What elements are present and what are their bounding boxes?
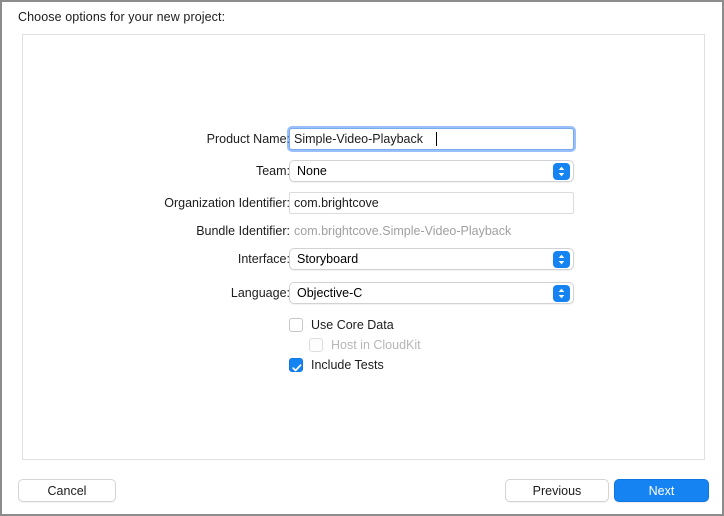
interface-popup-button[interactable]: Storyboard [289, 248, 574, 270]
checkbox-row-use-core-data[interactable]: Use Core Data [289, 316, 394, 334]
control-interface: Storyboard [289, 248, 574, 270]
control-organization-identifier [289, 192, 574, 214]
host-in-cloudkit-label: Host in CloudKit [331, 338, 421, 352]
row-language: Language: Objective-C [23, 282, 704, 304]
label-product-name: Product Name: [30, 128, 290, 150]
checkmark-icon [292, 360, 302, 378]
language-popup-button[interactable]: Objective-C [289, 282, 574, 304]
checkbox-row-include-tests[interactable]: Include Tests [289, 356, 384, 374]
host-in-cloudkit-checkbox [309, 338, 323, 352]
label-team: Team: [30, 160, 290, 182]
row-organization-identifier: Organization Identifier: [23, 192, 704, 214]
use-core-data-checkbox[interactable] [289, 318, 303, 332]
text-caret [436, 132, 437, 146]
include-tests-checkbox[interactable] [289, 358, 303, 372]
row-bundle-identifier: Bundle Identifier: com.brightcove.Simple… [23, 220, 704, 242]
control-bundle-identifier: com.brightcove.Simple-Video-Playback [289, 220, 511, 242]
team-popup-button[interactable]: None [289, 160, 574, 182]
control-team: None [289, 160, 574, 182]
bundle-identifier-value: com.brightcove.Simple-Video-Playback [289, 220, 511, 242]
label-organization-identifier: Organization Identifier: [30, 192, 290, 214]
chevron-up-down-icon[interactable] [553, 163, 570, 180]
page-title: Choose options for your new project: [18, 10, 225, 24]
new-project-options-dialog: Choose options for your new project: Pro… [0, 0, 724, 516]
chevron-up-down-icon[interactable] [553, 251, 570, 268]
include-tests-label: Include Tests [311, 358, 384, 372]
project-options-form: Product Name: Team: None [23, 35, 704, 459]
interface-popup-value: Storyboard [297, 252, 358, 266]
row-product-name: Product Name: [23, 128, 704, 150]
team-popup-value: None [297, 164, 327, 178]
organization-identifier-input[interactable] [289, 192, 574, 214]
next-button[interactable]: Next [614, 479, 709, 502]
chevron-up-down-icon[interactable] [553, 285, 570, 302]
row-team: Team: None [23, 160, 704, 182]
checkbox-row-host-in-cloudkit: Host in CloudKit [309, 336, 421, 354]
use-core-data-label: Use Core Data [311, 318, 394, 332]
row-interface: Interface: Storyboard [23, 248, 704, 270]
control-product-name [289, 128, 574, 150]
control-language: Objective-C [289, 282, 574, 304]
label-language: Language: [30, 282, 290, 304]
cancel-button[interactable]: Cancel [18, 479, 116, 502]
product-name-input-shell [289, 128, 574, 150]
previous-button[interactable]: Previous [505, 479, 609, 502]
options-panel: Product Name: Team: None [22, 34, 705, 460]
language-popup-value: Objective-C [297, 286, 362, 300]
product-name-input[interactable] [289, 128, 574, 150]
label-interface: Interface: [30, 248, 290, 270]
label-bundle-identifier: Bundle Identifier: [30, 220, 290, 242]
